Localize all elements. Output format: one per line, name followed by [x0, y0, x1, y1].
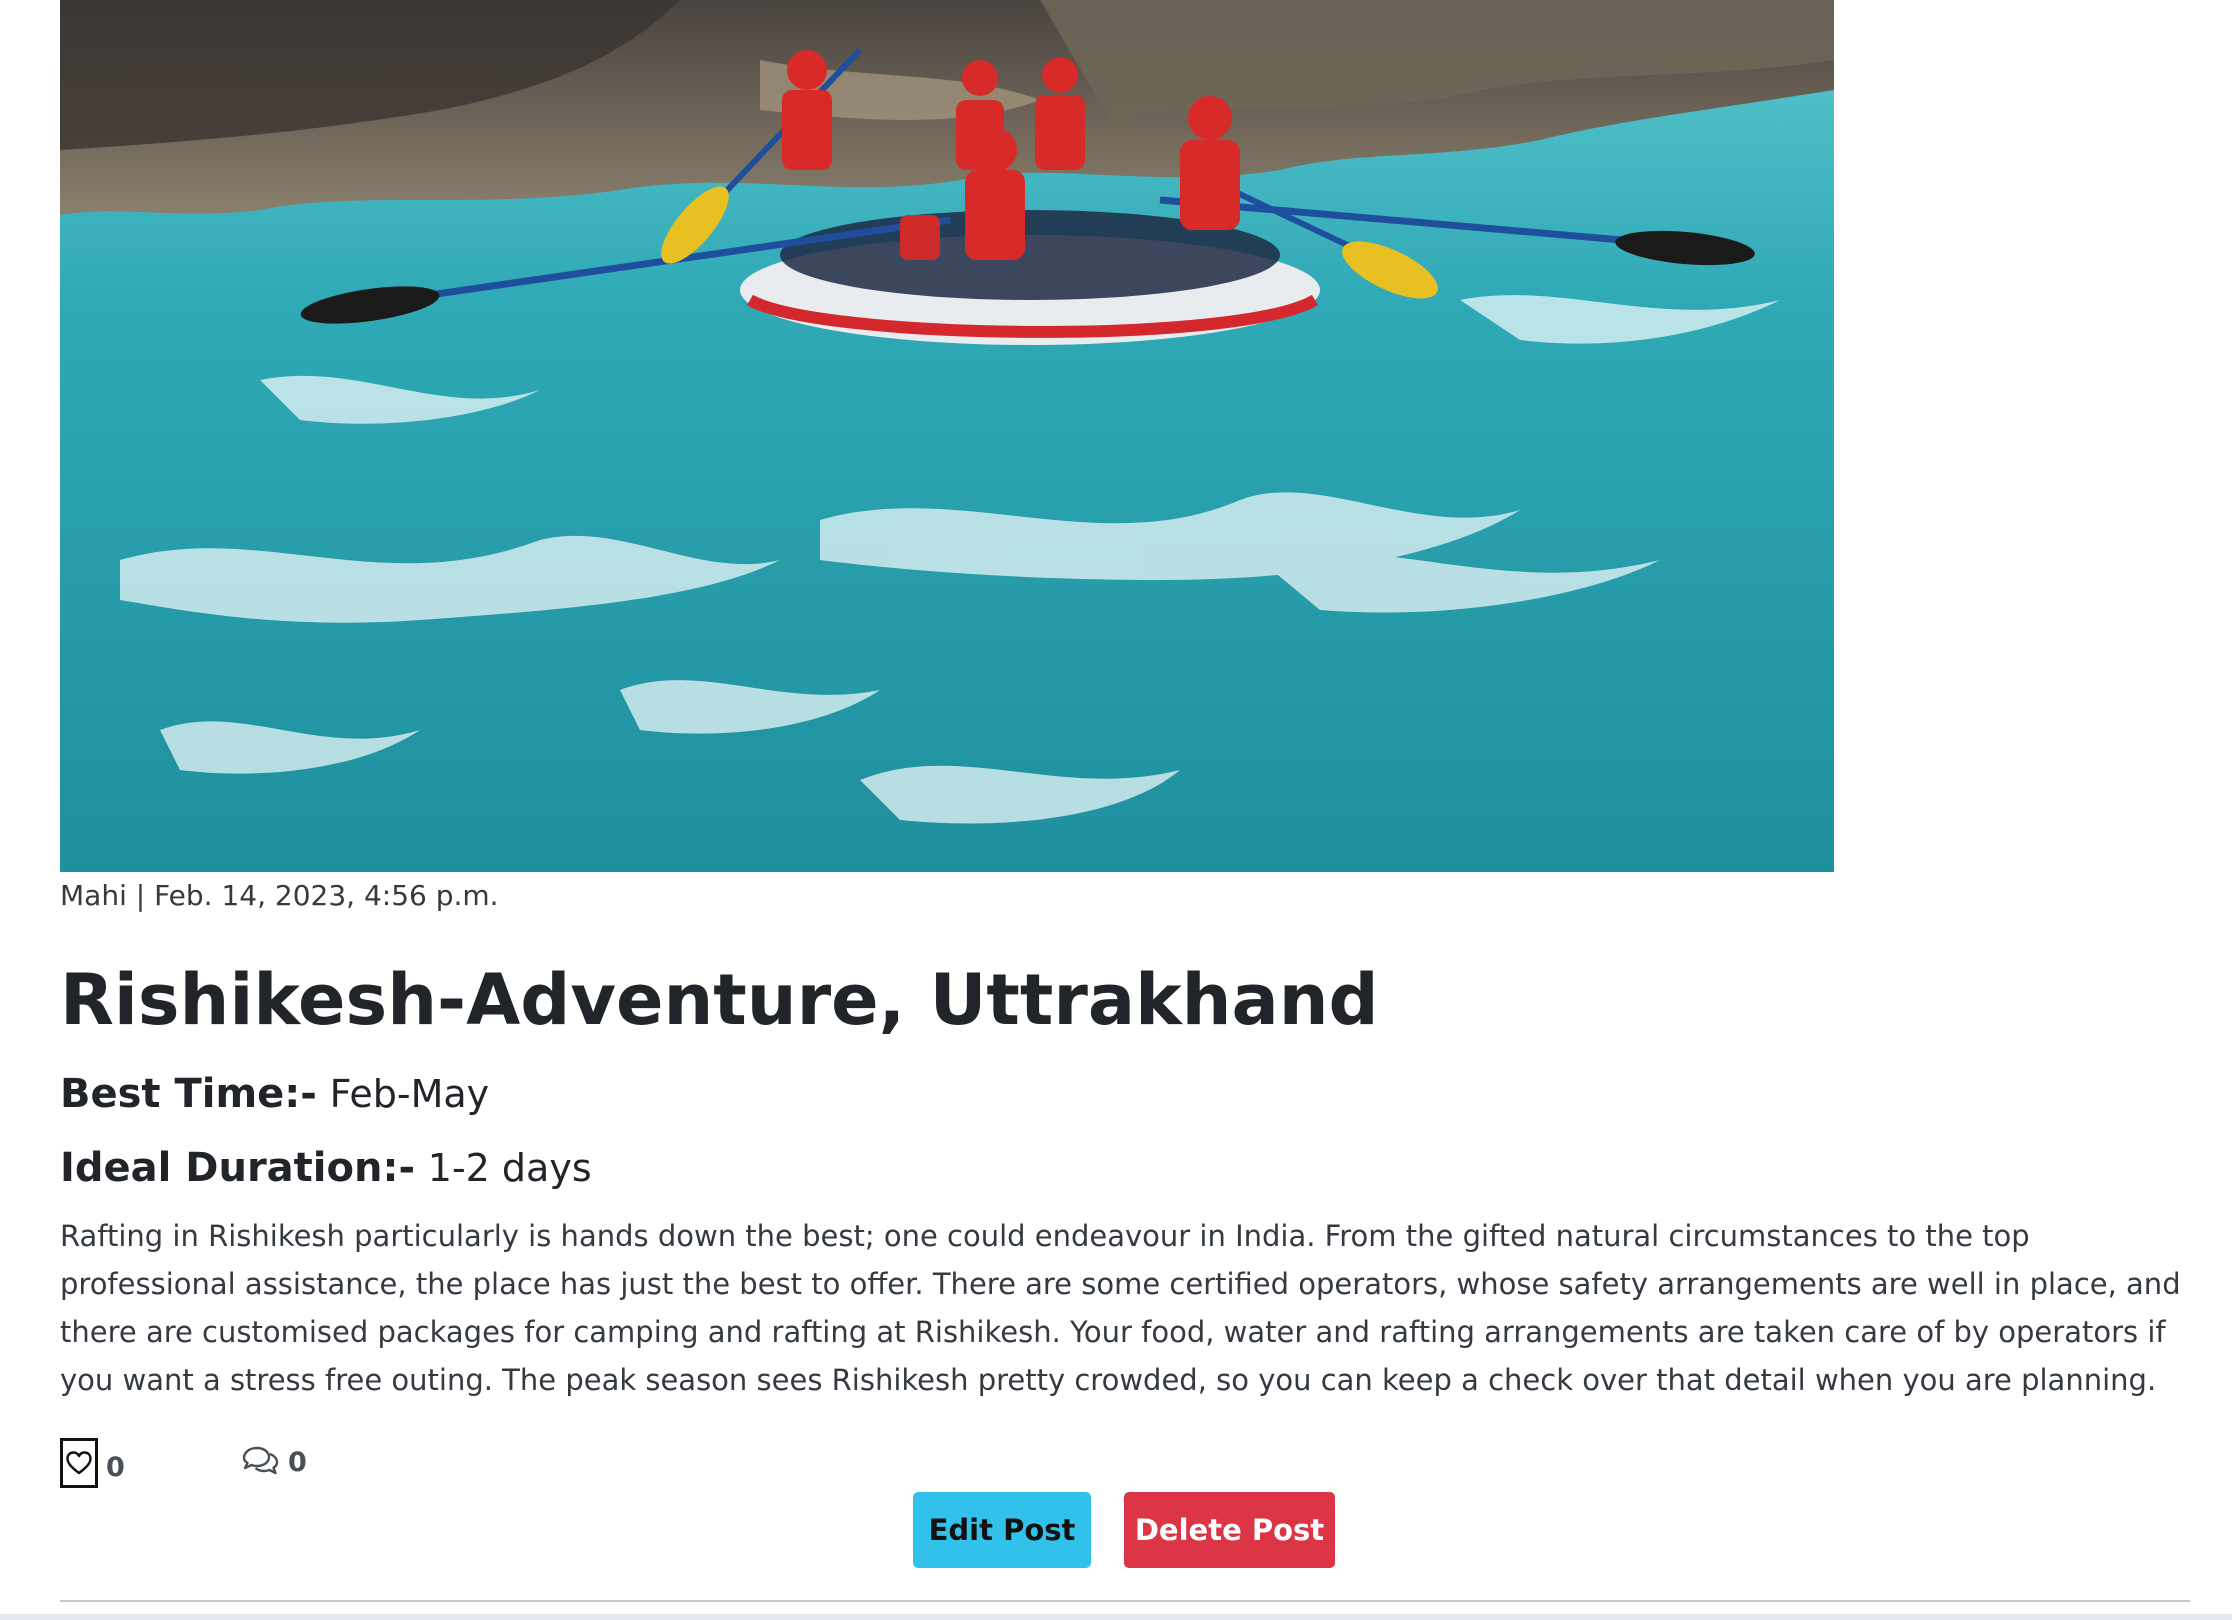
comment-count: 0: [288, 1447, 307, 1478]
ideal-duration-value: 1-2 days: [427, 1146, 592, 1190]
like-button[interactable]: [60, 1438, 98, 1488]
best-time-label: Best Time:-: [60, 1071, 317, 1117]
post-reactions: 0 0: [60, 1436, 460, 1492]
ideal-duration-label: Ideal Duration:-: [60, 1145, 416, 1191]
post-meta: Mahi | Feb. 14, 2023, 4:56 p.m.: [60, 879, 499, 912]
best-time-value: Feb-May: [329, 1072, 490, 1116]
best-time: Best Time:- Feb-May: [60, 1066, 489, 1122]
like-count: 0: [106, 1452, 125, 1483]
rafting-illustration: [60, 0, 1834, 872]
post-card: Mahi | Feb. 14, 2023, 4:56 p.m. Rishikes…: [60, 0, 2190, 1620]
delete-post-button[interactable]: Delete Post: [1124, 1492, 1335, 1568]
page-bottom-edge: [0, 1614, 2232, 1620]
post-title: Rishikesh-Adventure, Uttrakhand: [60, 959, 1379, 1041]
comment-bubbles-icon[interactable]: [240, 1444, 280, 1478]
post-divider: [60, 1600, 2190, 1602]
heart-icon: [66, 1451, 92, 1475]
ideal-duration: Ideal Duration:- 1-2 days: [60, 1140, 592, 1196]
post-description: Rafting in Rishikesh particularly is han…: [60, 1219, 2181, 1397]
edit-post-button[interactable]: Edit Post: [913, 1492, 1091, 1568]
post-image: [60, 0, 1834, 872]
